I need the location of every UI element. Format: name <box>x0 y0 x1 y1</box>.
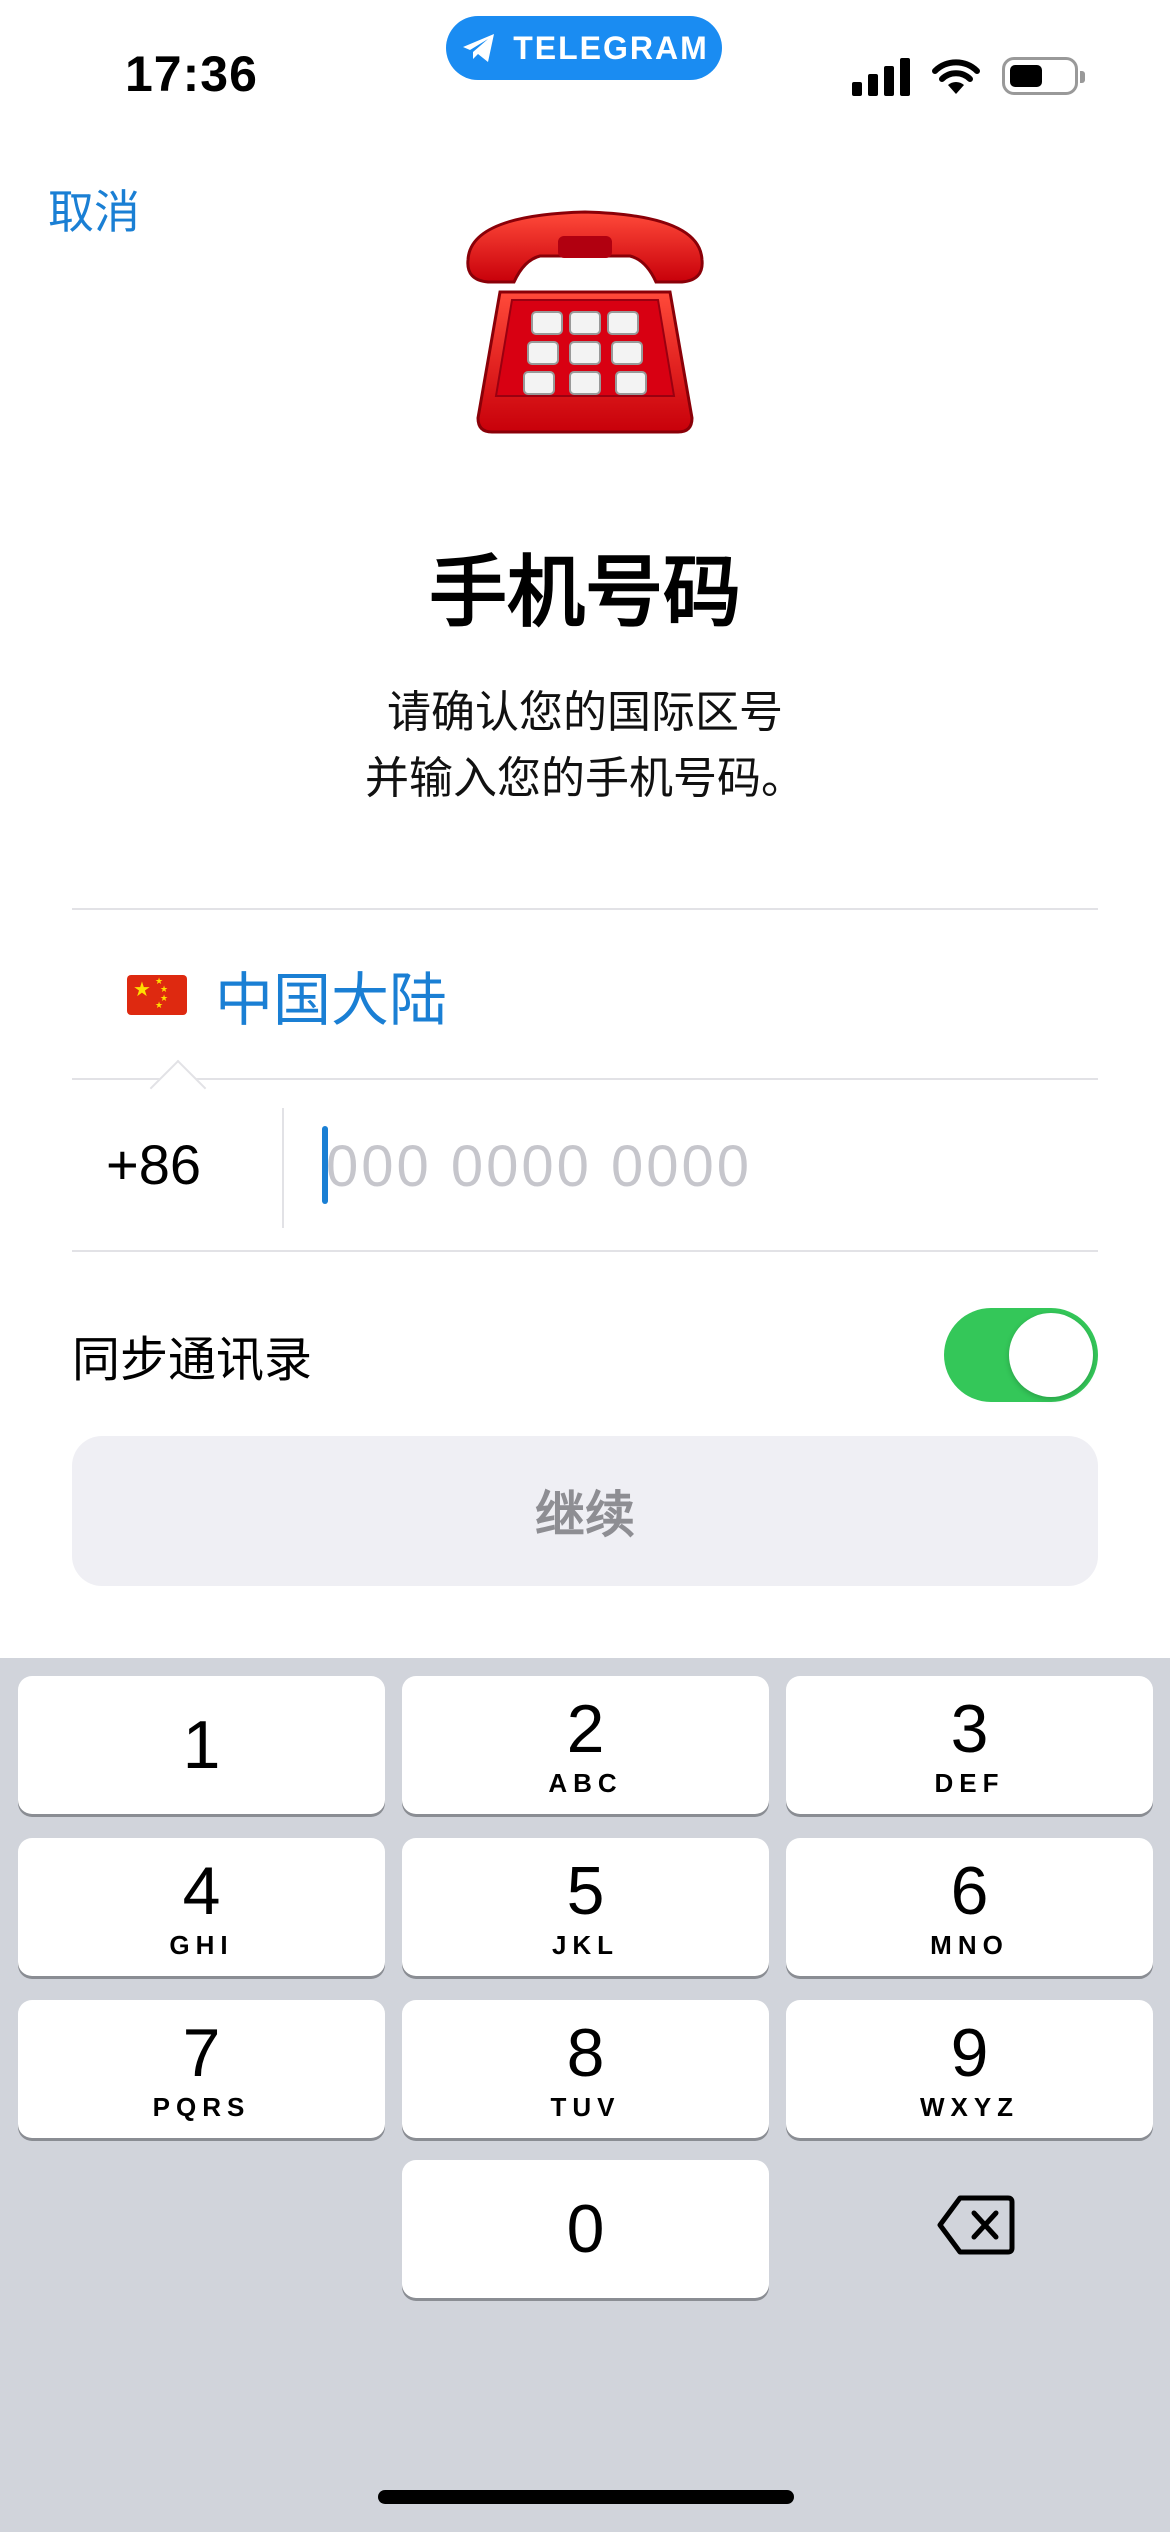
key-letters: TUV <box>550 2091 621 2122</box>
key-letters: WXYZ <box>919 2091 1020 2122</box>
home-indicator <box>378 2490 794 2504</box>
phone-field-separator <box>282 1108 284 1228</box>
country-selector[interactable]: ★ ★ ★ ★ ★ 中国大陆 <box>72 910 1098 1080</box>
sync-contacts-row: 同步通讯录 <box>72 1300 1098 1410</box>
key-digit: 3 <box>950 1690 989 1767</box>
status-icons <box>852 52 1085 100</box>
status-time: 17:36 <box>125 46 258 102</box>
country-code-field[interactable]: +86 <box>106 1132 201 1197</box>
key-1[interactable]: 1 <box>18 1676 385 1814</box>
key-4[interactable]: 4 GHI <box>18 1838 385 1976</box>
backspace-icon[interactable] <box>936 2190 1016 2260</box>
china-flag-icon: ★ ★ ★ ★ ★ <box>127 975 187 1015</box>
key-8[interactable]: 8 TUV <box>402 2000 769 2138</box>
page-subtitle: 请确认您的国际区号 并输入您的手机号码。 <box>0 680 1170 812</box>
subtitle-line-1: 请确认您的国际区号 <box>387 687 783 738</box>
key-digit: 4 <box>182 1852 221 1929</box>
sync-contacts-label: 同步通讯录 <box>72 1332 313 1388</box>
key-5[interactable]: 5 JKL <box>402 1838 769 1976</box>
key-digit: 8 <box>566 2014 605 2091</box>
telegram-pill[interactable]: TELEGRAM <box>446 16 722 80</box>
country-name: 中国大陆 <box>215 966 448 1034</box>
wifi-icon <box>932 59 980 94</box>
continue-button[interactable]: 继续 <box>72 1436 1098 1586</box>
battery-icon <box>1002 57 1085 95</box>
phone-number-input[interactable] <box>326 1122 1026 1210</box>
key-digit: 7 <box>182 2014 221 2091</box>
key-digit: 1 <box>182 1707 221 1783</box>
sync-contacts-toggle[interactable] <box>944 1308 1098 1402</box>
key-digit: 2 <box>566 1690 605 1767</box>
key-letters: ABC <box>548 1767 623 1798</box>
phone-number-row: +86 <box>72 1082 1098 1250</box>
status-bar: 17:36 TELEGRAM <box>0 0 1170 150</box>
key-digit: 6 <box>950 1852 989 1929</box>
divider-bottom <box>72 1250 1098 1252</box>
divider-middle <box>72 1078 1098 1080</box>
key-3[interactable]: 3 DEF <box>786 1676 1153 1814</box>
telephone-icon <box>466 210 704 434</box>
telegram-plane-icon <box>463 34 495 62</box>
key-2[interactable]: 2 ABC <box>402 1676 769 1814</box>
key-digit: 0 <box>566 2191 605 2267</box>
telegram-pill-label: TELEGRAM <box>513 29 709 66</box>
cancel-button[interactable]: 取消 <box>48 176 140 242</box>
key-6[interactable]: 6 MNO <box>786 1838 1153 1976</box>
key-digit: 9 <box>950 2014 989 2091</box>
key-letters: PQRS <box>152 2091 251 2122</box>
subtitle-line-2: 并输入您的手机号码。 <box>365 753 805 804</box>
key-letters: DEF <box>934 1767 1005 1798</box>
key-9[interactable]: 9 WXYZ <box>786 2000 1153 2138</box>
key-letters: JKL <box>551 1929 620 1960</box>
key-letters: MNO <box>930 1929 1009 1960</box>
key-letters: GHI <box>169 1929 234 1960</box>
key-0[interactable]: 0 <box>402 2160 769 2298</box>
cellular-signal-icon <box>852 56 910 96</box>
toggle-knob <box>1009 1313 1093 1397</box>
key-digit: 5 <box>566 1852 605 1929</box>
key-7[interactable]: 7 PQRS <box>18 2000 385 2138</box>
page-title: 手机号码 <box>428 548 741 638</box>
